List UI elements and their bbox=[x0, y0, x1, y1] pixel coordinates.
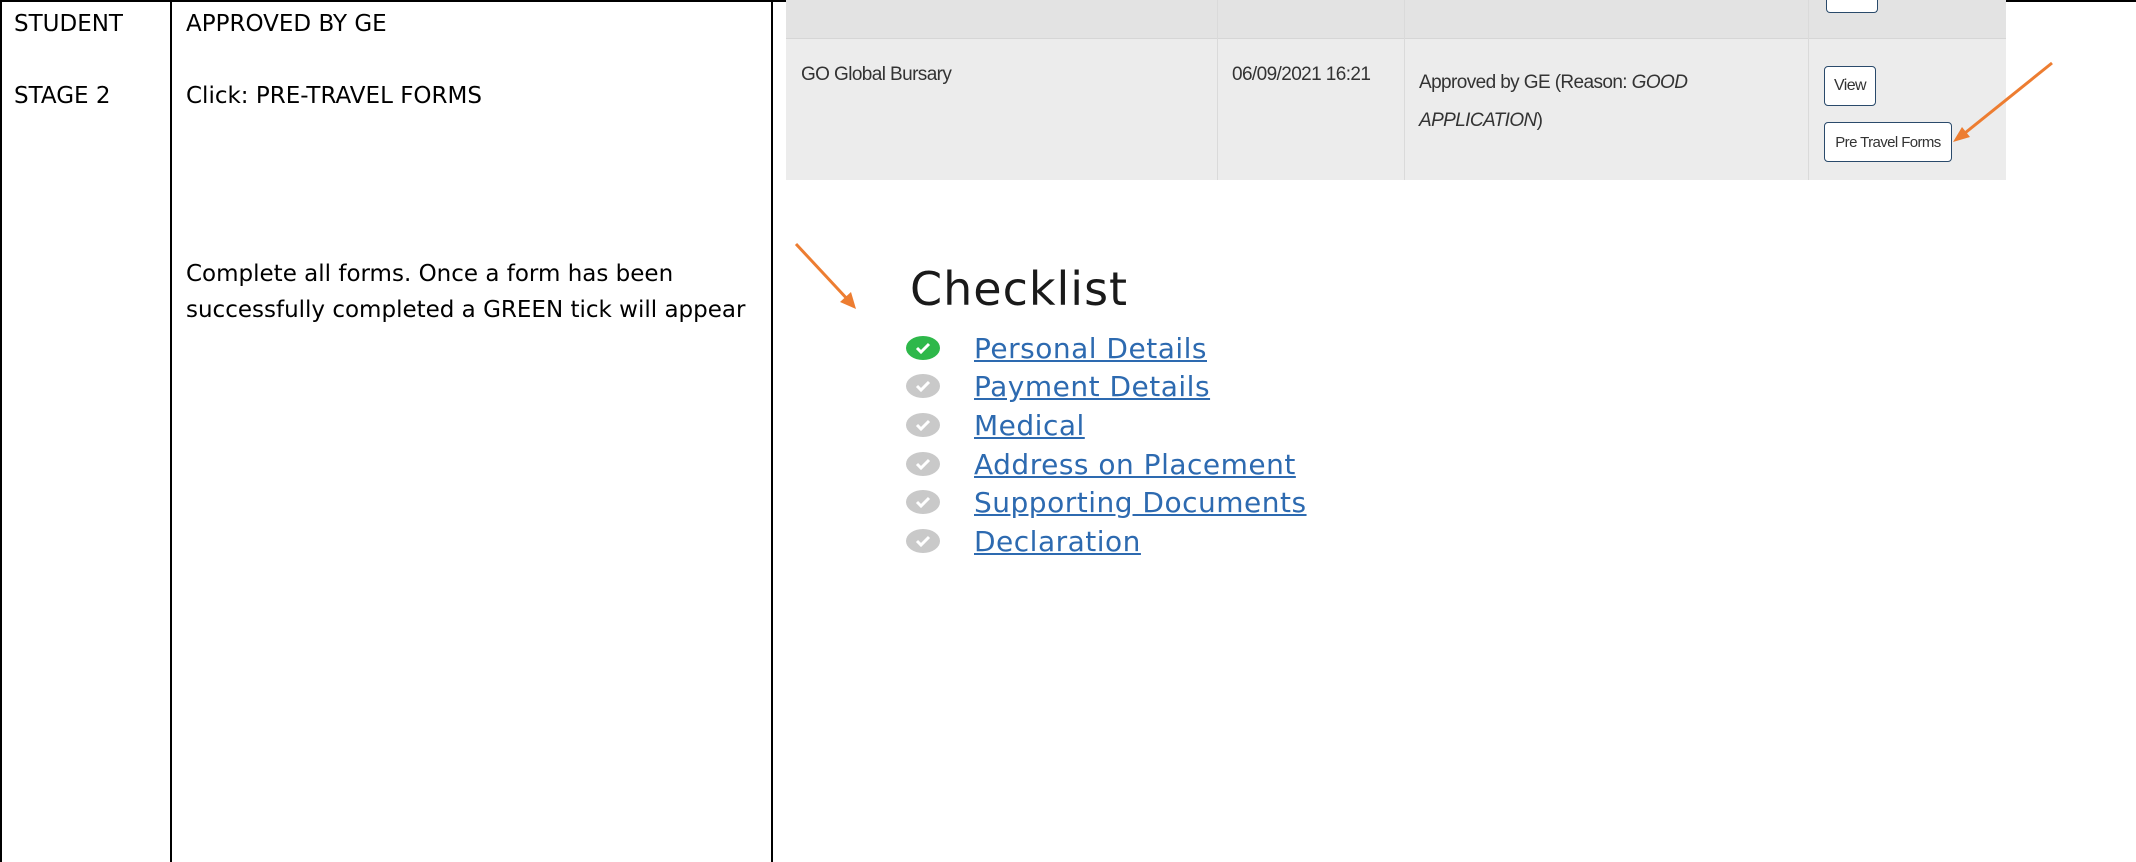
checklist-link[interactable]: Supporting Documents bbox=[974, 486, 1307, 519]
check-icon bbox=[906, 529, 940, 553]
checklist-item-medical[interactable]: Medical bbox=[906, 407, 1085, 443]
checklist-item-address-on-placement[interactable]: Address on Placement bbox=[906, 446, 1296, 482]
checklist-link[interactable]: Medical bbox=[974, 409, 1085, 442]
checklist-title: Checklist bbox=[910, 262, 1129, 316]
check-icon bbox=[906, 490, 940, 514]
check-icon bbox=[906, 336, 940, 360]
checklist-link[interactable]: Address on Placement bbox=[974, 448, 1296, 481]
checklist-item-supporting-documents[interactable]: Supporting Documents bbox=[906, 484, 1307, 520]
checklist-link[interactable]: Personal Details bbox=[974, 332, 1207, 365]
checklist-link[interactable]: Payment Details bbox=[974, 370, 1210, 403]
checklist-link[interactable]: Declaration bbox=[974, 525, 1141, 558]
checklist-item-personal-details[interactable]: Personal Details bbox=[906, 330, 1207, 366]
check-icon bbox=[906, 413, 940, 437]
check-icon bbox=[906, 452, 940, 476]
checklist-item-declaration[interactable]: Declaration bbox=[906, 523, 1141, 559]
checklist-item-payment-details[interactable]: Payment Details bbox=[906, 368, 1210, 404]
check-icon bbox=[906, 374, 940, 398]
